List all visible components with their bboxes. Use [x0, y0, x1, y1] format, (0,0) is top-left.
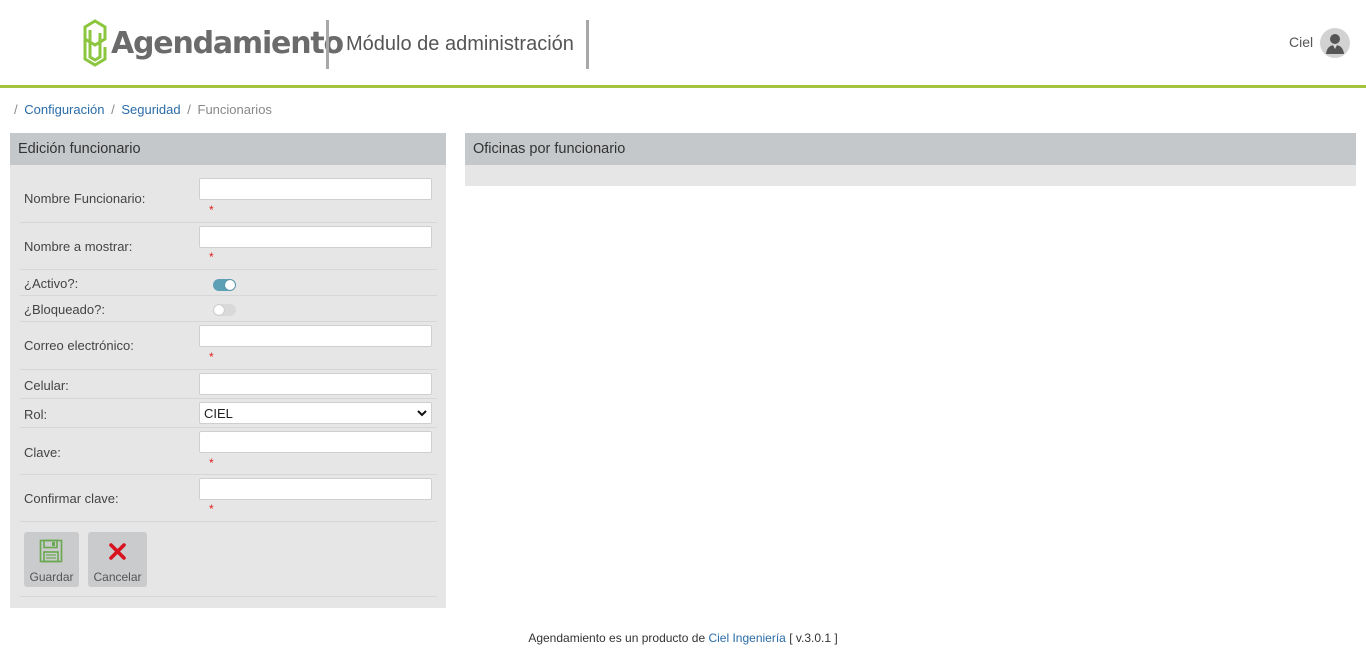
offices-panel-body — [465, 165, 1356, 186]
module-title: Módulo de administración — [346, 33, 574, 55]
required-mark: * — [209, 203, 214, 217]
toggle-knob — [225, 280, 235, 290]
confirmar-clave-label: Confirmar clave: — [24, 491, 119, 506]
nombre-funcionario-label: Nombre Funcionario: — [24, 191, 146, 206]
footer-text: Agendamiento es un producto de — [528, 631, 706, 645]
required-mark: * — [209, 456, 214, 470]
nombre-mostrar-label: Nombre a mostrar: — [24, 239, 133, 254]
toggle-knob — [214, 305, 224, 315]
user-avatar-icon[interactable] — [1320, 28, 1350, 58]
rol-label: Rol: — [24, 407, 48, 422]
edit-panel-title: Edición funcionario — [10, 133, 446, 165]
breadcrumb: / Configuración / Seguridad / Funcionari… — [14, 102, 272, 117]
form-row-rol: Rol: CIEL — [20, 399, 437, 428]
offices-panel-title: Oficinas por funcionario — [465, 133, 1356, 165]
offices-panel: Oficinas por funcionario — [465, 133, 1356, 186]
required-mark: * — [209, 250, 214, 264]
nombre-mostrar-input[interactable] — [199, 226, 432, 248]
save-button[interactable]: Guardar — [24, 532, 79, 587]
form-row-activo: ¿Activo?: — [20, 270, 437, 296]
logo-text: Agendamiento — [111, 25, 344, 61]
form-row-celular: Celular: — [20, 370, 437, 399]
form-row-confirmar-clave: Confirmar clave: * — [20, 475, 437, 522]
save-icon — [39, 539, 63, 563]
breadcrumb-configuracion[interactable]: Configuración — [24, 102, 104, 117]
breadcrumb-separator: / — [111, 102, 115, 117]
footer: Agendamiento es un producto de Ciel Inge… — [0, 631, 1366, 645]
celular-input[interactable] — [199, 373, 432, 395]
close-icon — [109, 543, 126, 560]
cancel-button-label: Cancelar — [93, 570, 142, 584]
cancel-button[interactable]: Cancelar — [88, 532, 147, 587]
user-name[interactable]: Ciel — [1289, 34, 1313, 50]
app-logo[interactable]: Agendamiento — [82, 19, 344, 67]
bloqueado-label: ¿Bloqueado?: — [24, 302, 105, 317]
rol-select[interactable]: CIEL — [199, 402, 432, 424]
header-divider — [326, 20, 329, 69]
form-row-correo: Correo electrónico: * — [20, 322, 437, 370]
correo-input[interactable] — [199, 325, 432, 347]
edit-officer-panel: Edición funcionario Nombre Funcionario: … — [10, 133, 446, 608]
clave-input[interactable] — [199, 431, 432, 453]
bloqueado-toggle[interactable] — [213, 304, 236, 316]
activo-toggle[interactable] — [213, 279, 236, 291]
nombre-funcionario-input[interactable] — [199, 178, 432, 200]
required-mark: * — [209, 502, 214, 516]
correo-label: Correo electrónico: — [24, 338, 134, 353]
breadcrumb-separator: / — [187, 102, 191, 117]
top-header: Agendamiento Módulo de administración Ci… — [0, 0, 1366, 88]
confirmar-clave-input[interactable] — [199, 478, 432, 500]
form-row-nombre: Nombre Funcionario: * — [20, 175, 437, 223]
form-row-clave: Clave: * — [20, 428, 437, 475]
logo-mark-icon — [83, 19, 107, 67]
form-row-bloqueado: ¿Bloqueado?: — [20, 296, 437, 322]
clave-label: Clave: — [24, 445, 61, 460]
form-actions-row — [20, 522, 437, 597]
activo-label: ¿Activo?: — [24, 276, 79, 291]
footer-company-link[interactable]: Ciel Ingeniería — [708, 631, 785, 645]
save-button-label: Guardar — [29, 570, 74, 584]
required-mark: * — [209, 350, 214, 364]
officer-form: Nombre Funcionario: * Nombre a mostrar: … — [20, 175, 437, 597]
breadcrumb-current: Funcionarios — [197, 102, 272, 117]
header-divider — [586, 20, 589, 69]
breadcrumb-seguridad[interactable]: Seguridad — [121, 102, 180, 117]
footer-version: [ v.3.0.1 ] — [789, 631, 838, 645]
form-row-nombre-mostrar: Nombre a mostrar: * — [20, 223, 437, 270]
breadcrumb-separator: / — [14, 102, 18, 117]
celular-label: Celular: — [24, 378, 69, 393]
